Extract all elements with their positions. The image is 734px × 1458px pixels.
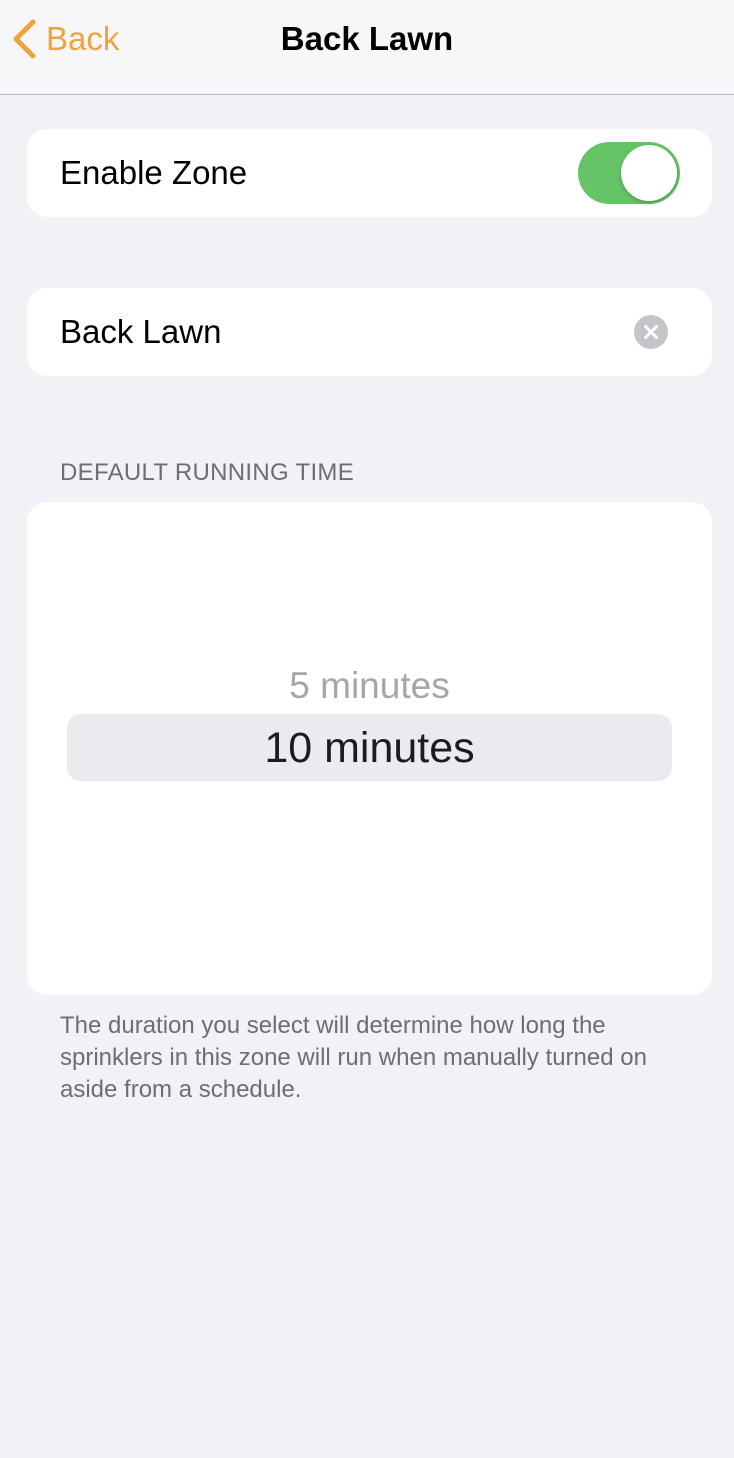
running-time-footer: The duration you select will determine h… (60, 1012, 647, 1103)
navigation-bar: Back Back Lawn (0, 0, 734, 95)
picker-option-selected[interactable]: 10 minutes (27, 721, 712, 775)
toggle-knob (621, 145, 677, 201)
running-time-picker[interactable]: 5 minutes 10 minutes (27, 502, 712, 995)
enable-zone-label: Enable Zone (60, 154, 248, 191)
clear-circle-icon (644, 325, 658, 339)
picker-option[interactable]: 5 minutes (27, 662, 712, 710)
section-header-running-time: DEFAULT RUNNING TIME (60, 459, 355, 486)
zone-name-input[interactable] (60, 288, 620, 376)
page-title: Back Lawn (280, 20, 454, 57)
clear-button[interactable] (634, 315, 668, 349)
enable-zone-toggle[interactable] (578, 142, 680, 204)
enable-zone-row: Enable Zone (27, 129, 712, 217)
zone-name-row (27, 288, 712, 376)
